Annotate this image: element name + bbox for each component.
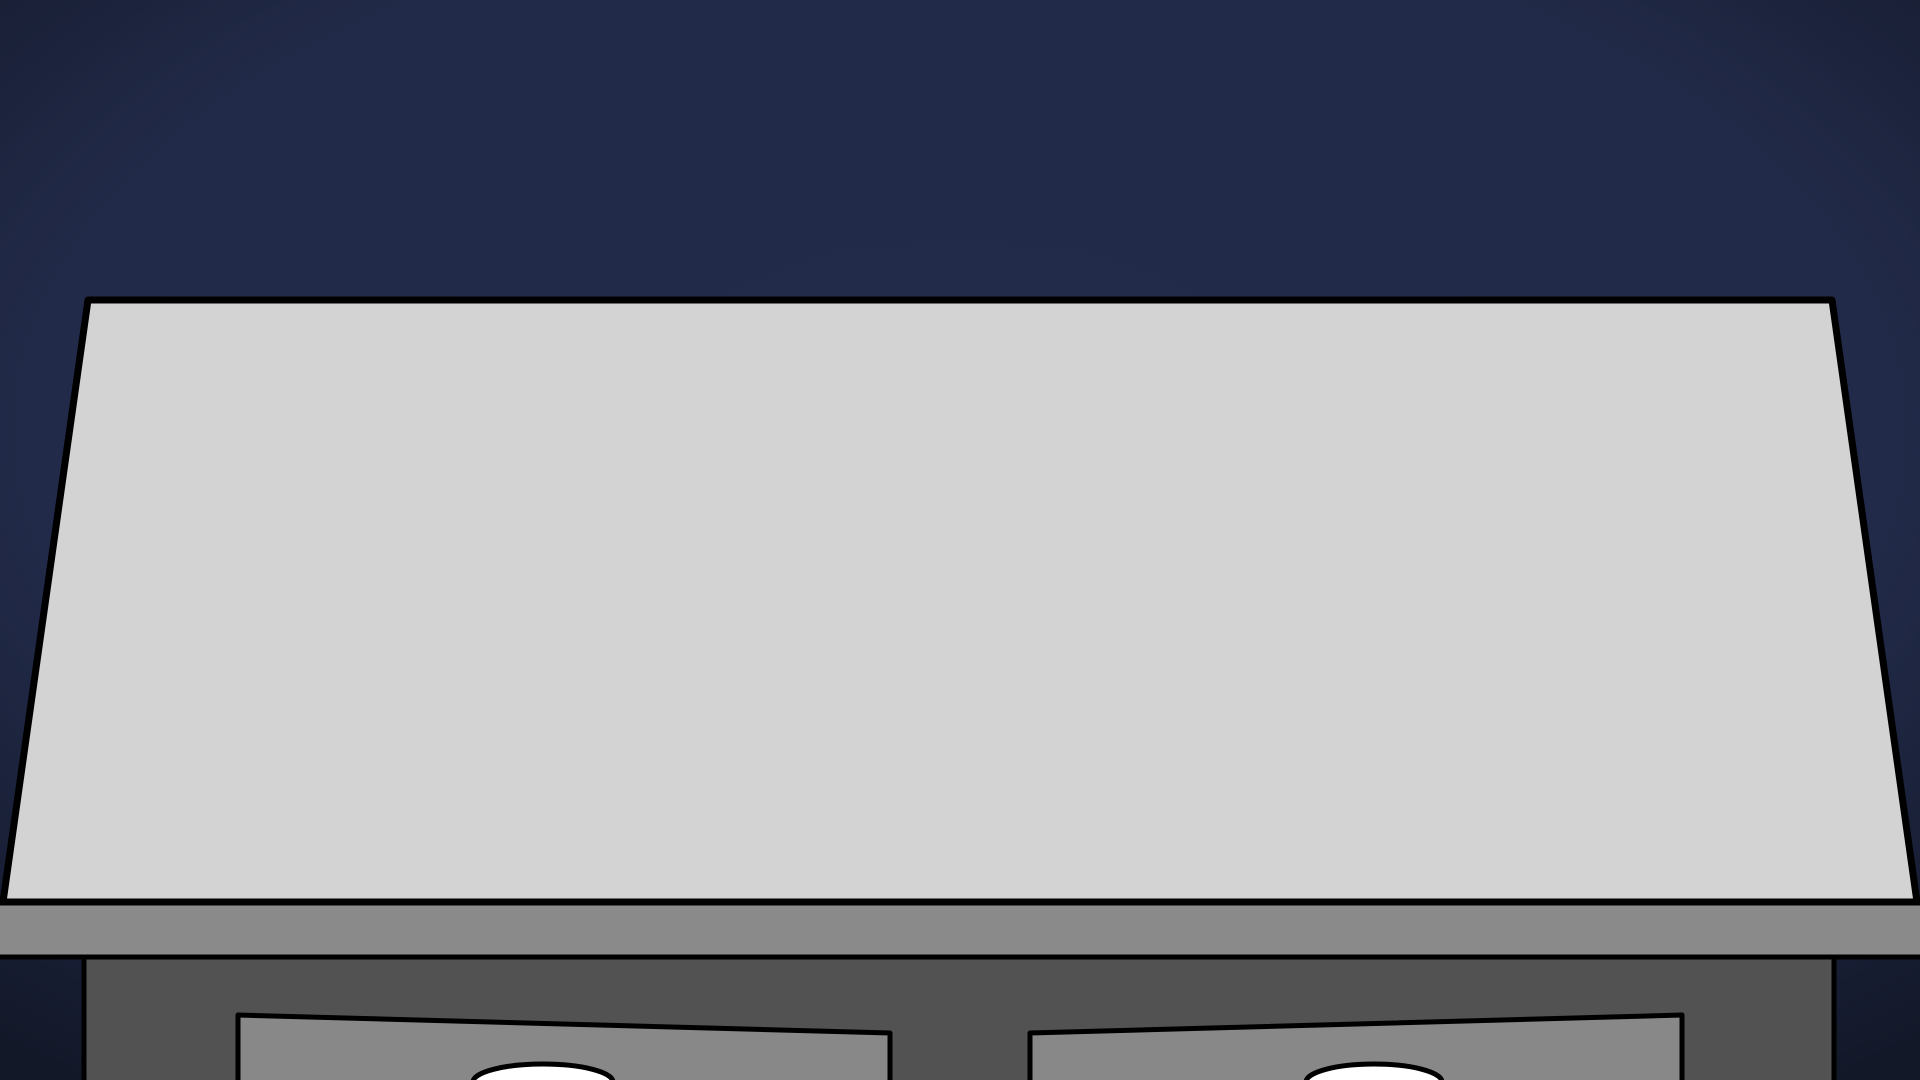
desk-top-surface [0,296,1920,906]
desk-front-edge [0,900,1920,960]
desk-scene [0,0,1920,1080]
